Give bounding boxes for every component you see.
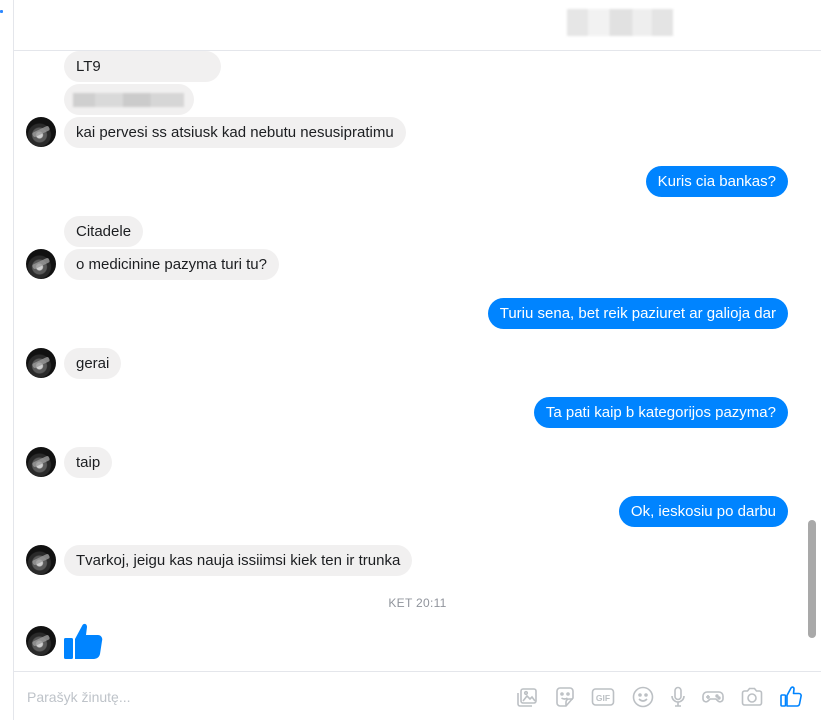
sticker-icon[interactable] bbox=[552, 684, 578, 710]
message-composer: GIF bbox=[14, 671, 821, 721]
message-text: o medicinine pazyma turi tu? bbox=[76, 256, 267, 273]
message-text: Tvarkoj, jeigu kas nauja issiimsi kiek t… bbox=[76, 552, 401, 569]
message-bubble-outgoing[interactable]: Turiu sena, bet reik paziuret ar galioja… bbox=[487, 298, 788, 329]
message-bubble-incoming[interactable]: gerai bbox=[64, 348, 122, 379]
message-text: LT9 bbox=[76, 58, 101, 75]
message-text: Ok, ieskosiu po darbu bbox=[630, 503, 776, 520]
svg-text:GIF: GIF bbox=[596, 693, 610, 703]
message-bubble-incoming[interactable]: Tvarkoj, jeigu kas nauja issiimsi kiek t… bbox=[64, 545, 413, 576]
contact-avatar[interactable] bbox=[26, 545, 56, 575]
contact-avatar[interactable] bbox=[26, 626, 56, 656]
message-bubble-outgoing[interactable]: Ta pati kaip b kategorijos pazyma? bbox=[533, 397, 788, 428]
microphone-icon[interactable] bbox=[665, 684, 691, 710]
message-thread[interactable]: LT9 kai pervesi ss atsiusk kad nebutu ne… bbox=[14, 51, 821, 670]
message-bubble-incoming[interactable]: Citadele bbox=[64, 216, 144, 247]
like-icon[interactable] bbox=[778, 684, 804, 710]
thumbs-up-sticker-icon[interactable] bbox=[63, 622, 103, 660]
message-timestamp: KET 20:11 bbox=[388, 596, 447, 610]
message-bubble-incoming[interactable]: taip bbox=[64, 447, 113, 478]
message-text: Ta pati kaip b kategorijos pazyma? bbox=[545, 404, 776, 421]
message-text: kai pervesi ss atsiusk kad nebutu nesusi… bbox=[76, 124, 394, 141]
redacted-text bbox=[73, 93, 184, 107]
message-bubble-incoming[interactable]: LT9 bbox=[64, 51, 221, 82]
message-bubble-incoming-redacted[interactable] bbox=[64, 84, 194, 115]
camera-icon[interactable] bbox=[739, 684, 765, 710]
game-icon[interactable] bbox=[700, 684, 726, 710]
gif-icon[interactable]: GIF bbox=[590, 684, 616, 710]
message-text: gerai bbox=[76, 355, 110, 372]
contact-avatar[interactable] bbox=[26, 348, 56, 378]
emoji-icon[interactable] bbox=[630, 684, 656, 710]
message-bubble-outgoing[interactable]: Kuris cia bankas? bbox=[645, 166, 788, 197]
left-panel-indicator bbox=[0, 10, 3, 13]
contact-avatar[interactable] bbox=[26, 447, 56, 477]
message-text: Citadele bbox=[76, 223, 132, 240]
message-text: taip bbox=[76, 454, 101, 471]
message-text: Turiu sena, bet reik paziuret ar galioja… bbox=[499, 305, 776, 322]
photos-icon[interactable] bbox=[514, 684, 540, 710]
message-bubble-outgoing[interactable]: Ok, ieskosiu po darbu bbox=[618, 496, 788, 527]
message-input[interactable] bbox=[25, 684, 499, 710]
message-bubble-incoming[interactable]: kai pervesi ss atsiusk kad nebutu nesusi… bbox=[64, 117, 406, 148]
contact-avatar[interactable] bbox=[26, 249, 56, 279]
message-text: Kuris cia bankas? bbox=[657, 173, 776, 190]
message-bubble-incoming[interactable]: o medicinine pazyma turi tu? bbox=[64, 249, 279, 280]
contact-avatar[interactable] bbox=[26, 117, 56, 147]
scrollbar-thumb[interactable] bbox=[808, 520, 816, 638]
redacted-contact-name bbox=[567, 9, 673, 36]
left-panel-edge bbox=[0, 0, 14, 720]
conversation-header bbox=[14, 0, 821, 51]
